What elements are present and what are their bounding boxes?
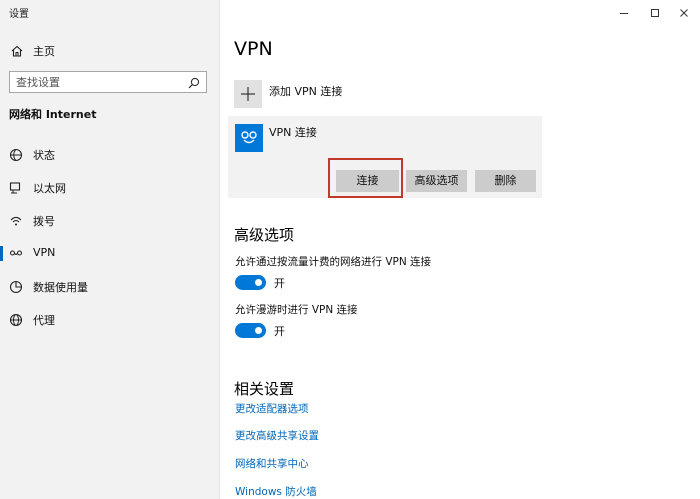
roaming-toggle[interactable] (235, 323, 266, 338)
sidebar-item-label: 数据使用量 (33, 281, 88, 294)
vpn-connection-name: VPN 连接 (269, 126, 317, 139)
advanced-options-button[interactable]: 高级选项 (406, 170, 467, 192)
sidebar-item-label: VPN (33, 246, 56, 259)
page-title: VPN (234, 38, 273, 60)
ethernet-icon (9, 180, 23, 194)
network-sharing-center-link[interactable]: 网络和共享中心 (235, 456, 309, 471)
add-vpn-label: 添加 VPN 连接 (269, 85, 343, 98)
search-input[interactable] (16, 74, 186, 90)
metered-option-label: 允许通过按流量计费的网络进行 VPN 连接 (235, 256, 432, 268)
dialup-icon (9, 213, 23, 227)
sidebar-home-label: 主页 (33, 45, 55, 58)
status-icon (9, 147, 23, 162)
sidebar-item-data-usage[interactable]: 数据使用量 (0, 272, 219, 300)
active-indicator (0, 246, 3, 261)
sidebar-home[interactable]: 主页 (0, 40, 219, 62)
related-settings-title: 相关设置 (234, 380, 295, 398)
windows-firewall-link[interactable]: Windows 防火墙 (235, 484, 317, 499)
sidebar-item-label: 代理 (33, 314, 55, 327)
roaming-option-label: 允许漫游时进行 VPN 连接 (235, 304, 358, 316)
sidebar-item-label: 以太网 (33, 182, 66, 195)
maximize-button[interactable] (639, 0, 671, 24)
close-button[interactable] (668, 0, 700, 24)
window-title: 设置 (9, 9, 29, 20)
minimize-button[interactable] (608, 0, 640, 24)
delete-button[interactable]: 删除 (475, 170, 536, 192)
sidebar-item-proxy[interactable]: 代理 (0, 305, 219, 333)
sidebar-divider (219, 0, 220, 499)
proxy-icon (9, 312, 23, 327)
sidebar-item-label: 拨号 (33, 215, 55, 228)
data-usage-icon (9, 279, 23, 294)
vpn-connection-icon (235, 124, 263, 152)
toggle-knob (255, 327, 262, 334)
minimize-icon (619, 3, 629, 22)
home-icon (10, 43, 24, 57)
metered-toggle-state: 开 (274, 277, 285, 290)
vpn-icon (9, 246, 23, 260)
sidebar-item-vpn[interactable]: VPN (0, 239, 219, 267)
change-adapter-options-link[interactable]: 更改适配器选项 (235, 401, 309, 416)
metered-toggle[interactable] (235, 275, 266, 290)
sidebar-item-dialup[interactable]: 拨号 (0, 206, 219, 234)
advanced-section-title: 高级选项 (234, 226, 295, 244)
maximize-icon (650, 3, 660, 22)
sidebar-item-ethernet[interactable]: 以太网 (0, 173, 219, 201)
close-icon (679, 3, 689, 22)
add-vpn-button[interactable]: 添加 VPN 连接 (234, 80, 534, 110)
toggle-knob (255, 279, 262, 286)
plus-icon (234, 80, 262, 108)
sidebar: 设置 主页 网络和 Internet 状态 以太网 拨号 (0, 0, 219, 499)
highlight-annotation (328, 158, 403, 198)
sidebar-item-label: 状态 (33, 149, 55, 162)
roaming-toggle-state: 开 (274, 325, 285, 338)
sidebar-item-status[interactable]: 状态 (0, 140, 219, 168)
change-sharing-settings-link[interactable]: 更改高级共享设置 (235, 428, 319, 443)
sidebar-section-title: 网络和 Internet (9, 108, 97, 121)
search-box[interactable] (9, 71, 207, 93)
search-icon[interactable] (187, 75, 201, 89)
